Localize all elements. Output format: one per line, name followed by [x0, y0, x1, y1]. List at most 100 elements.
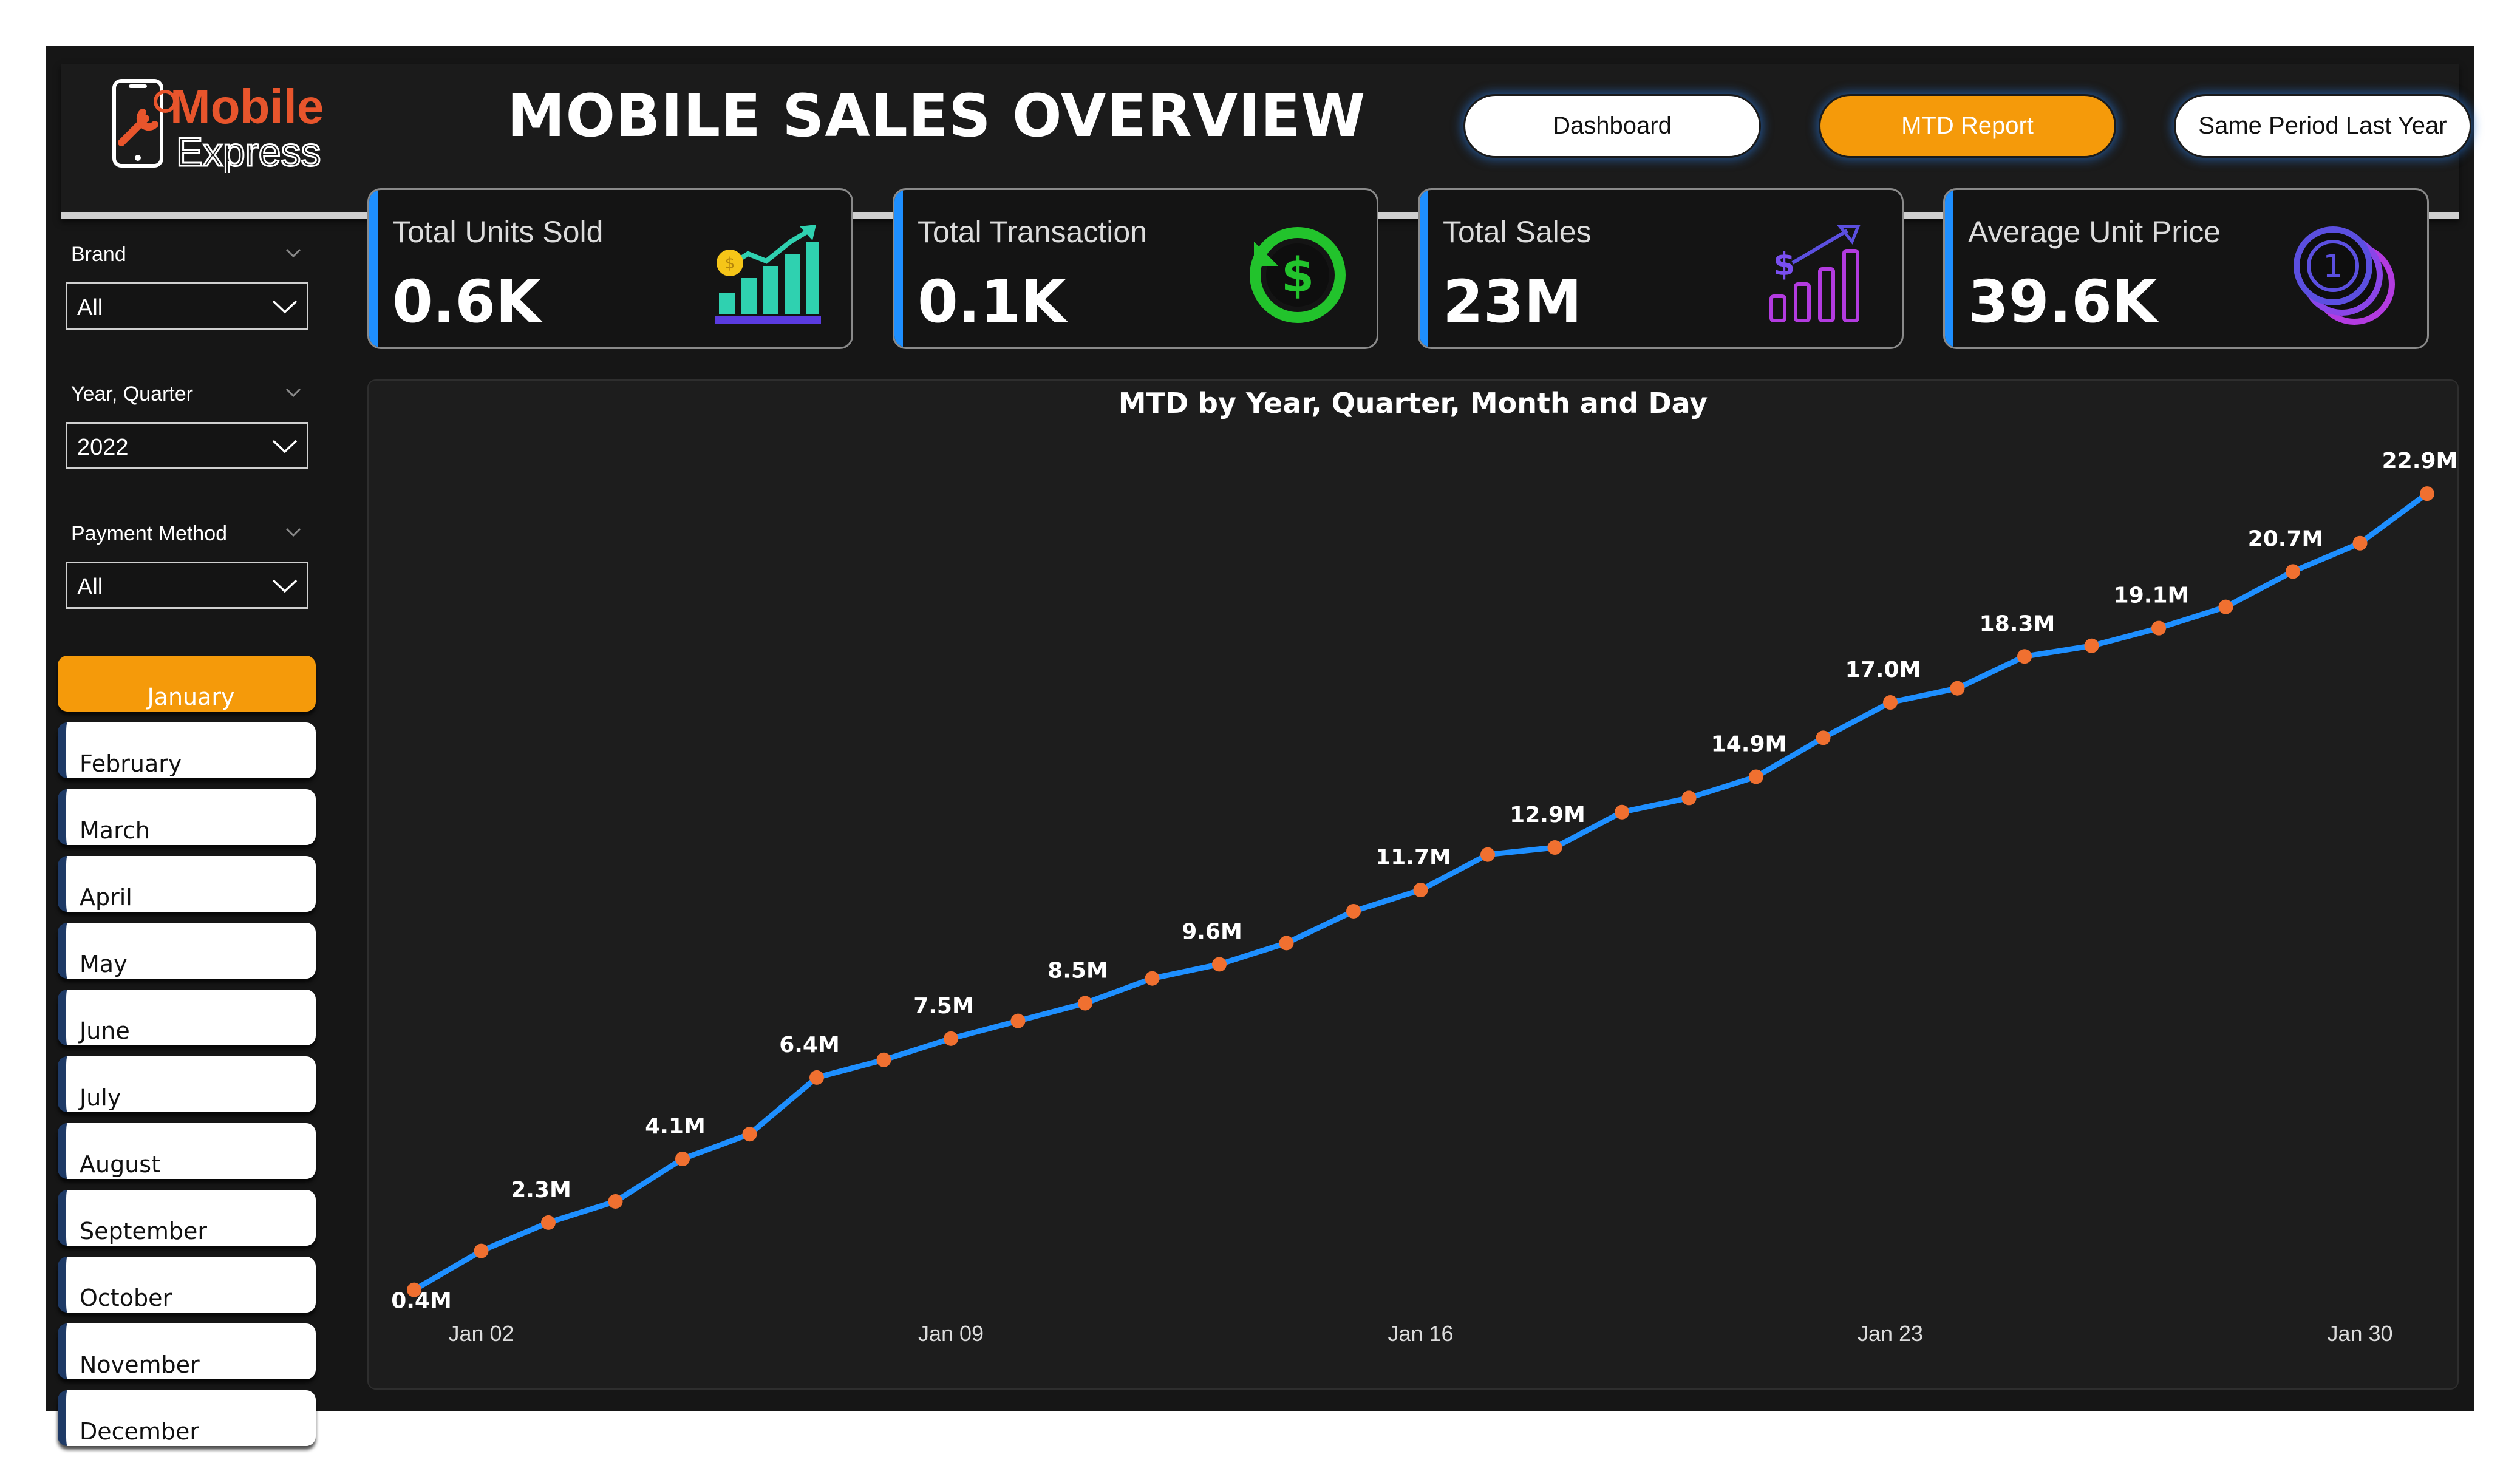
month-label: February	[80, 750, 182, 777]
month-button-august[interactable]: August	[58, 1123, 316, 1179]
kpi-card-total-sales: Total Sales 23M $	[1418, 188, 1904, 349]
data-point-marker[interactable]	[1816, 730, 1831, 745]
month-button-december[interactable]: December	[58, 1390, 316, 1446]
data-point-marker[interactable]	[2420, 486, 2434, 501]
data-point-marker[interactable]	[1547, 840, 1562, 855]
chevron-down-icon	[272, 300, 298, 314]
month-button-july[interactable]: July	[58, 1056, 316, 1112]
svg-text:$: $	[725, 254, 735, 273]
data-point-marker[interactable]	[2286, 564, 2300, 579]
kpi-value: 23M	[1443, 268, 1582, 336]
kpi-accent-bar	[369, 190, 378, 347]
mtd-line-chart-panel: MTD by Year, Quarter, Month and Day 0.4M…	[367, 379, 2459, 1390]
kpi-label: Total Transaction	[918, 215, 1147, 249]
data-label: 8.5M	[1047, 959, 1108, 983]
brand-dropdown-value: All	[77, 295, 103, 321]
data-point-marker[interactable]	[2352, 535, 2368, 551]
month-button-march[interactable]: March	[58, 789, 316, 845]
data-point-marker[interactable]	[1883, 695, 1898, 710]
data-label: 0.4M	[391, 1289, 452, 1314]
data-label: 22.9M	[2382, 449, 2457, 474]
data-point-marker[interactable]	[1749, 769, 1763, 784]
month-label: June	[80, 1017, 130, 1044]
mobile-express-logo: Mobile Express	[112, 79, 324, 173]
dashboard-frame: Mobile Express MOBILE SALES OVERVIEW Das…	[46, 46, 2474, 1446]
mtd-report-nav-button[interactable]: MTD Report	[1819, 94, 2116, 158]
kpi-card-total-units-sold: Total Units Sold 0.6K $	[367, 188, 853, 349]
data-point-marker[interactable]	[541, 1215, 556, 1230]
month-button-october[interactable]: October	[58, 1257, 316, 1313]
data-point-marker[interactable]	[742, 1127, 757, 1142]
data-point-marker[interactable]	[474, 1243, 489, 1258]
data-point-marker[interactable]	[1413, 882, 1428, 897]
data-point-marker[interactable]	[608, 1194, 623, 1209]
chevron-down-icon[interactable]	[285, 524, 301, 540]
data-point-marker[interactable]	[944, 1031, 958, 1046]
month-button-april[interactable]: April	[58, 856, 316, 912]
page-title: MOBILE SALES OVERVIEW	[507, 82, 1366, 150]
bar-chart-growth-coin-icon: $	[715, 225, 821, 324]
data-point-marker[interactable]	[2017, 649, 2032, 664]
data-point-marker[interactable]	[2151, 620, 2166, 636]
data-label: 6.4M	[779, 1033, 840, 1058]
data-label: 20.7M	[2248, 526, 2324, 551]
data-point-marker[interactable]	[1480, 847, 1495, 862]
data-point-marker[interactable]	[1346, 903, 1361, 919]
data-point-marker[interactable]	[2218, 599, 2233, 614]
kpi-accent-bar	[894, 190, 903, 347]
brand-dropdown[interactable]: All	[66, 282, 308, 330]
month-button-november[interactable]: November	[58, 1323, 316, 1379]
data-point-marker[interactable]	[2084, 638, 2099, 653]
data-point-marker[interactable]	[1010, 1013, 1026, 1028]
year-quarter-dropdown[interactable]: 2022	[66, 422, 308, 469]
payment-method-dropdown[interactable]: All	[66, 562, 308, 609]
sales-growth-bars-icon: $	[1769, 225, 1861, 322]
svg-text:$: $	[1773, 246, 1795, 283]
chevron-down-icon	[272, 440, 298, 453]
data-point-marker[interactable]	[1145, 971, 1160, 986]
filter-sidebar: Brand All Year, Quarter 2022 Payment Met…	[46, 222, 349, 1446]
x-tick-label: Jan 23	[1858, 1321, 1923, 1346]
month-button-february[interactable]: February	[58, 722, 316, 778]
dashboard-nav-button[interactable]: Dashboard	[1463, 94, 1761, 158]
data-point-marker[interactable]	[1212, 957, 1227, 972]
data-label: 19.1M	[2114, 583, 2190, 608]
month-label: November	[80, 1351, 200, 1378]
data-label: 7.5M	[913, 994, 974, 1019]
data-label: 17.0M	[1845, 657, 1921, 682]
data-point-marker[interactable]	[1078, 996, 1092, 1011]
dollar-refresh-icon: $	[1250, 227, 1346, 323]
kpi-value: 0.6K	[392, 268, 541, 336]
data-point-marker[interactable]	[809, 1070, 824, 1085]
kpi-label: Total Units Sold	[392, 215, 604, 249]
data-point-marker[interactable]	[876, 1052, 891, 1067]
data-point-marker[interactable]	[1279, 936, 1294, 951]
month-button-may[interactable]: May	[58, 923, 316, 979]
month-label: September	[80, 1218, 208, 1245]
coin-stack-icon: 1	[2294, 226, 2395, 325]
month-label: August	[80, 1151, 160, 1178]
chevron-down-icon[interactable]	[285, 384, 301, 400]
x-tick-label: Jan 16	[1388, 1321, 1453, 1346]
kpi-accent-bar	[1420, 190, 1428, 347]
x-tick-label: Jan 30	[2327, 1321, 2392, 1346]
month-label: July	[80, 1084, 121, 1111]
data-point-marker[interactable]	[1615, 804, 1629, 820]
data-label: 14.9M	[1711, 732, 1787, 756]
data-point-marker[interactable]	[1950, 681, 1965, 696]
data-label: 4.1M	[645, 1114, 706, 1139]
kpi-accent-bar	[1945, 190, 1953, 347]
data-label: 12.9M	[1510, 803, 1585, 827]
month-button-june[interactable]: June	[58, 990, 316, 1045]
chevron-down-icon	[272, 579, 298, 593]
data-label: 2.3M	[511, 1178, 571, 1203]
data-point-marker[interactable]	[1681, 790, 1697, 806]
svg-text:1: 1	[2323, 248, 2343, 285]
month-button-january[interactable]: January	[58, 656, 316, 712]
same-period-last-year-nav-button[interactable]: Same Period Last Year	[2174, 94, 2471, 158]
data-point-marker[interactable]	[675, 1152, 690, 1167]
data-label: 11.7M	[1375, 845, 1451, 870]
month-button-september[interactable]: September	[58, 1190, 316, 1246]
payment-method-filter-label: Payment Method	[71, 522, 228, 545]
chevron-down-icon[interactable]	[285, 245, 301, 260]
